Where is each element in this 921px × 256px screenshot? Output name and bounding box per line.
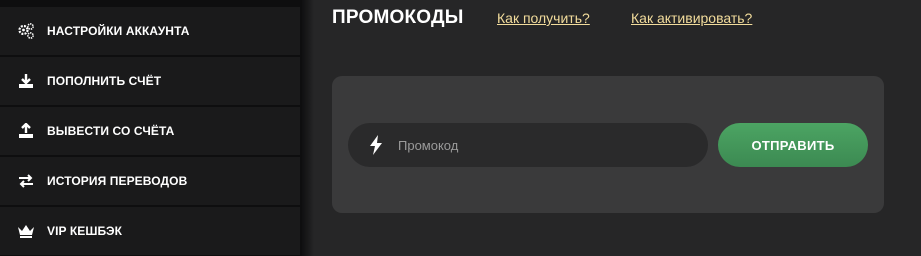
promo-input-wrapper[interactable] <box>348 123 708 167</box>
transfer-arrows-icon <box>17 172 35 190</box>
how-to-get-link[interactable]: Как получить? <box>497 10 590 26</box>
submit-button[interactable]: ОТПРАВИТЬ <box>718 123 868 167</box>
lightning-icon <box>368 135 384 155</box>
crown-icon <box>17 222 35 240</box>
sidebar-item-deposit[interactable]: ПОПОЛНИТЬ СЧЁТ <box>0 57 300 105</box>
sidebar-item-transfer-history[interactable]: ИСТОРИЯ ПЕРЕВОДОВ <box>0 157 300 205</box>
sidebar-item-label: ПОПОЛНИТЬ СЧЁТ <box>47 74 162 88</box>
sidebar-shadow <box>302 0 314 256</box>
sidebar-item-withdraw[interactable]: ВЫВЕСТИ СО СЧЁТА <box>0 107 300 155</box>
promo-code-input[interactable] <box>396 136 680 154</box>
sidebar: НАСТРОЙКИ АККАУНТА ПОПОЛНИТЬ СЧЁТ ВЫВЕСТ… <box>0 0 302 256</box>
sidebar-item-label: VIP КЕШБЭК <box>47 224 123 238</box>
sidebar-item-account-settings[interactable]: НАСТРОЙКИ АККАУНТА <box>0 7 300 55</box>
sidebar-item-label: НАСТРОЙКИ АККАУНТА <box>47 24 190 38</box>
download-icon <box>17 72 35 90</box>
how-to-activate-link[interactable]: Как активировать? <box>631 10 752 26</box>
page-title: ПРОМОКОДЫ <box>332 7 464 28</box>
sidebar-item-vip-cashback[interactable]: VIP КЕШБЭК <box>0 207 300 255</box>
gears-icon <box>17 22 35 40</box>
sidebar-item-label: ВЫВЕСТИ СО СЧЁТА <box>47 124 175 138</box>
sidebar-item-label: ИСТОРИЯ ПЕРЕВОДОВ <box>47 174 188 188</box>
upload-icon <box>17 122 35 140</box>
